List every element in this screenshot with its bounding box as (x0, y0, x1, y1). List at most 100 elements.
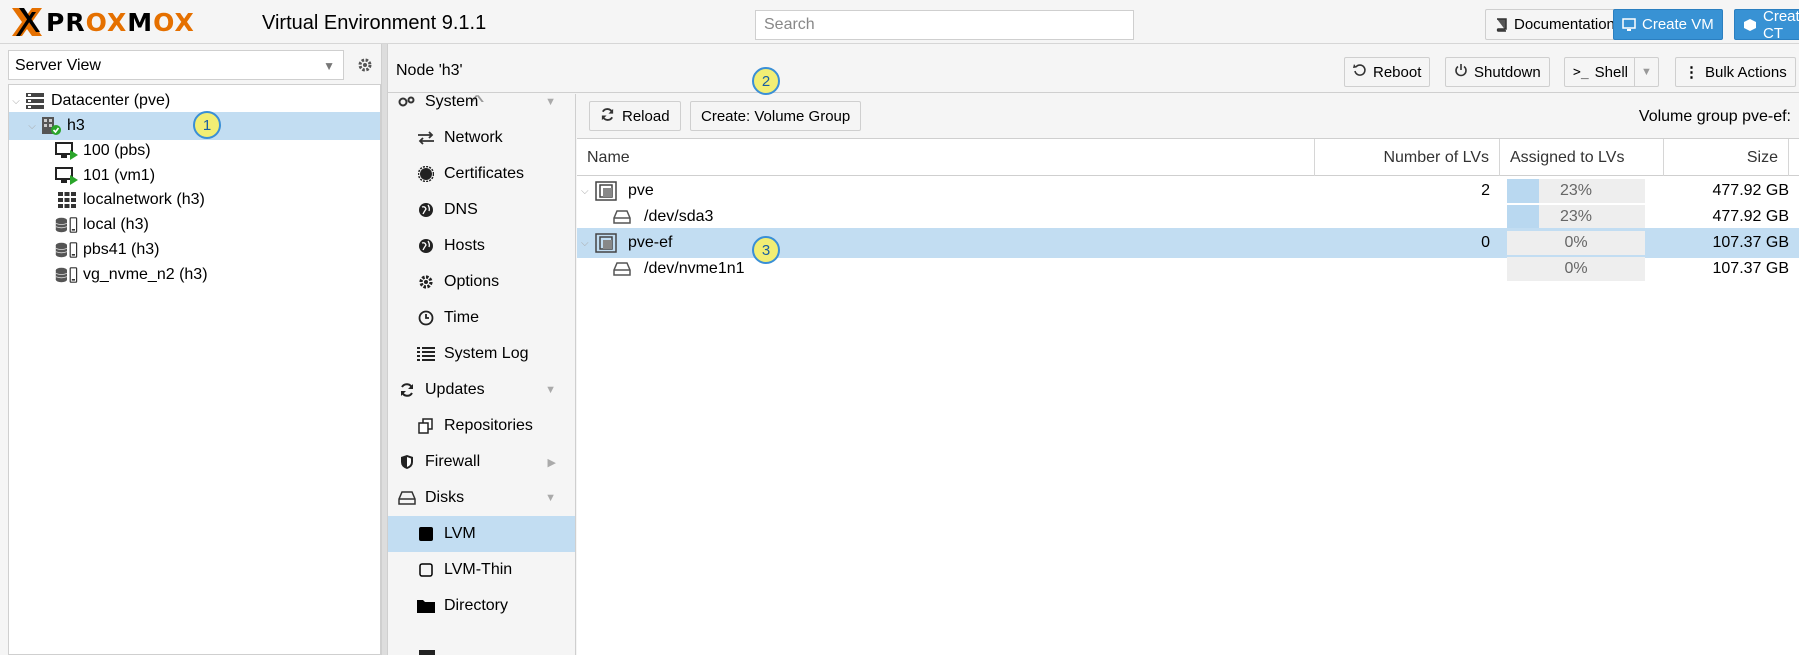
chevron-right-icon: ▶ (547, 456, 556, 469)
row-name: /dev/nvme1n1 (644, 260, 745, 277)
tree-item-label: vg_nvme_n2 (h3) (83, 266, 208, 283)
proxmox-logo[interactable]: PROXMOX (10, 5, 195, 39)
shutdown-button[interactable]: Shutdown (1445, 57, 1550, 87)
create-volume-group-label: Create: Volume Group (701, 107, 851, 125)
assigned-progress-text: 0% (1564, 234, 1588, 251)
create-ct-label: Create CT (1763, 7, 1799, 42)
column-header-label: Name (587, 148, 630, 166)
nav-item-label: Firewall (425, 453, 481, 470)
system-icon (397, 95, 417, 109)
tree-item-storage-vg-nvme-n2[interactable]: vg_nvme_n2 (h3) (9, 261, 380, 289)
nav-item-label: System Log (444, 345, 529, 362)
nav-item-network[interactable]: Network (388, 120, 575, 156)
nav-item-updates[interactable]: Updates ▼ (388, 372, 575, 408)
book-icon (1494, 17, 1508, 32)
reboot-button[interactable]: Reboot (1344, 57, 1431, 87)
nav-item-disks[interactable]: Disks ▼ (388, 480, 575, 516)
vm-running-icon (55, 166, 79, 186)
nav-item-label: Options (444, 273, 500, 290)
panel-splitter[interactable] (381, 44, 388, 655)
tree-item-vm-100[interactable]: 100 (pbs) (9, 137, 380, 165)
create-volume-group-button[interactable]: Create: Volume Group (690, 101, 862, 131)
power-icon (1454, 63, 1468, 81)
certificate-icon (416, 166, 436, 182)
column-header-size[interactable]: Size (1664, 139, 1789, 176)
terminal-icon: >_ (1573, 64, 1589, 80)
nav-item-dns[interactable]: DNS (388, 192, 575, 228)
reload-label: Reload (622, 107, 670, 125)
more-vertical-icon: ⋮ (1684, 64, 1699, 81)
reboot-label: Reboot (1373, 63, 1422, 81)
documentation-button[interactable]: Documentation (1485, 9, 1624, 40)
column-header-name[interactable]: Name (577, 139, 1315, 176)
nav-item-label: Repositories (444, 417, 533, 434)
nav-item-label: Directory (444, 597, 509, 614)
logo-text: PROXMOX (46, 7, 195, 37)
nav-item-certificates[interactable]: Certificates (388, 156, 575, 192)
chevron-down-icon: ▼ (545, 96, 556, 108)
create-vm-button[interactable]: Create VM (1613, 9, 1723, 40)
column-header-lvs[interactable]: Number of LVs (1315, 139, 1500, 176)
tree-item-label: 100 (pbs) (83, 142, 151, 159)
nav-item-label: Time (444, 309, 479, 326)
nav-item-label: System (425, 94, 479, 110)
tree-item-storage-pbs41[interactable]: pbs41 (h3) (9, 236, 380, 264)
list-icon (416, 347, 436, 361)
row-lvs (1315, 254, 1490, 284)
product-version: Virtual Environment 9.1.1 (262, 12, 487, 34)
copy-icon (416, 418, 436, 434)
row-size: 107.37 GB (1712, 260, 1790, 277)
collapse-icon[interactable]: ⌵ (25, 121, 39, 132)
step-badge-1: 1 (193, 111, 221, 139)
view-selector[interactable]: Server View ▼ (8, 50, 344, 80)
tree-item-label: pbs41 (h3) (83, 241, 160, 258)
vm-running-icon (55, 141, 79, 161)
chevron-down-icon[interactable]: ▼ (1634, 58, 1658, 86)
node-header: Node 'h3' Reboot Shutdown >_ Shell ▼ ⋮ B… (388, 44, 1799, 93)
nav-item-system[interactable]: System ▼ (388, 94, 575, 120)
cube-icon (1743, 18, 1757, 32)
documentation-label: Documentation (1514, 16, 1615, 33)
search-input[interactable] (755, 10, 1134, 40)
selected-volume-group-label: Volume group pve-ef: (1638, 108, 1791, 125)
globe-icon (416, 238, 436, 254)
create-ct-button[interactable]: Create CT (1734, 7, 1799, 42)
gear-icon[interactable] (352, 50, 378, 80)
column-header-assigned[interactable]: Assigned to LVs (1500, 139, 1664, 176)
shell-button[interactable]: >_ Shell ▼ (1564, 57, 1659, 87)
nav-item-label: Hosts (444, 237, 485, 254)
node-title: Node 'h3' (396, 62, 463, 79)
tree-item-label: Datacenter (pve) (51, 92, 171, 109)
nav-item-time[interactable]: Time (388, 300, 575, 336)
step-badge-3: 3 (752, 236, 780, 264)
node-nav-menu: ^ System ▼ Network Certificates DNS Host… (388, 94, 576, 655)
nav-item-lvm-thin[interactable]: LVM-Thin (388, 552, 575, 588)
nav-item-label: Network (444, 129, 503, 146)
folder-icon (416, 599, 436, 613)
bulk-actions-button[interactable]: ⋮ Bulk Actions (1675, 57, 1796, 87)
square-outline-icon (416, 563, 436, 577)
top-bar: PROXMOX Virtual Environment 9.1.1 Docume… (0, 0, 1799, 44)
network-icon (416, 131, 436, 145)
assigned-progress-bar: 0% (1507, 231, 1645, 255)
nav-item-label: Disks (425, 489, 465, 506)
grid-header: Name Number of LVs Assigned to LVs Size (577, 139, 1799, 176)
nav-item-system-log[interactable]: System Log (388, 336, 575, 372)
tree-item-storage-local[interactable]: local (h3) (9, 211, 380, 239)
tree-item-label: localnetwork (h3) (83, 191, 205, 208)
tree-item-datacenter[interactable]: ⌵ Datacenter (pve) (9, 87, 380, 115)
collapse-icon[interactable]: ⌵ (9, 96, 23, 107)
nav-item-hosts[interactable]: Hosts (388, 228, 575, 264)
nav-item-options[interactable]: Options (388, 264, 575, 300)
nav-item-firewall[interactable]: Firewall ▶ (388, 444, 575, 480)
nav-item-lvm[interactable]: LVM (388, 516, 575, 552)
proxmox-x-icon (12, 8, 42, 36)
nav-item-directory[interactable]: Directory (388, 588, 575, 624)
column-header-label: Size (1746, 148, 1778, 166)
bulk-actions-label: Bulk Actions (1705, 63, 1787, 81)
reload-button[interactable]: Reload (589, 101, 681, 131)
nav-item-repositories[interactable]: Repositories (388, 408, 575, 444)
square-filled-icon (416, 527, 436, 541)
nav-item-label: LVM-Thin (444, 561, 513, 578)
tree-item-localnetwork[interactable]: localnetwork (h3) (9, 186, 380, 214)
